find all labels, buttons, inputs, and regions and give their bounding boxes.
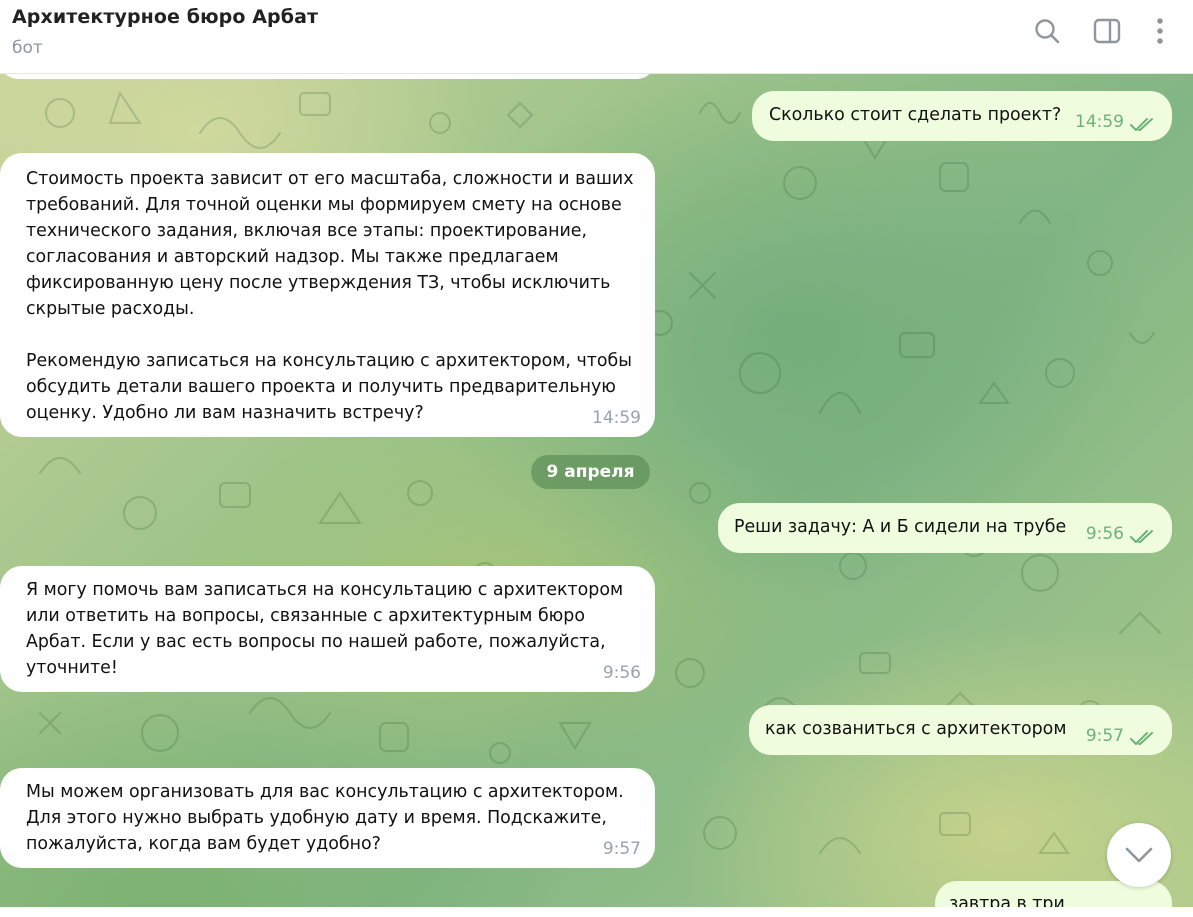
message-bubble-incoming[interactable]: Мы можем организовать для вас консультац… — [0, 768, 655, 868]
message-text: Реши задачу: А и Б сидели на трубе — [734, 517, 1067, 537]
date-separator: 9 апреля — [531, 455, 650, 489]
message-text: Сколько стоит сделать проект? — [769, 105, 1062, 125]
message-bubble-incoming[interactable]: Стоимость проекта зависит от его масштаб… — [0, 153, 655, 437]
message-time: 9:56 — [602, 663, 641, 683]
more-vertical-icon[interactable] — [1145, 16, 1175, 46]
composer-edge — [0, 907, 1193, 917]
message-time: 9:56 — [1085, 524, 1124, 544]
chevron-down-icon — [1125, 847, 1153, 863]
message-text: как созваниться с архитектором — [765, 719, 1067, 739]
scroll-to-bottom-button[interactable] — [1107, 823, 1171, 887]
message-bubble-incoming[interactable]: Я могу помочь вам записаться на консульт… — [0, 566, 655, 692]
message-text: завтра в три — [949, 894, 1065, 907]
message-bubble-outgoing[interactable]: как созваниться с архитектором 9:57 — [749, 705, 1172, 755]
message-bubble-outgoing[interactable]: Сколько стоит сделать проект? 14:59 — [752, 91, 1172, 141]
message-text: Мы можем организовать для вас консультац… — [26, 782, 624, 854]
chat-header: Архитектурное бюро Арбат бот — [0, 0, 1193, 74]
message-text: Стоимость проекта зависит от его масштаб… — [26, 169, 634, 423]
chat-messages-area[interactable]: Сколько стоит сделать проект? 14:59 Стои… — [0, 73, 1193, 907]
chat-subtitle: бот — [12, 38, 43, 58]
chat-title[interactable]: Архитектурное бюро Арбат — [12, 6, 318, 28]
message-bubble-outgoing[interactable]: Реши задачу: А и Б сидели на трубе 9:56 — [718, 503, 1172, 553]
message-text: Я могу помочь вам записаться на консульт… — [26, 580, 624, 678]
read-checkmarks-icon — [1130, 530, 1153, 543]
message-time: 14:59 — [592, 408, 641, 428]
read-checkmarks-icon — [1130, 118, 1153, 131]
search-icon[interactable] — [1032, 16, 1062, 46]
read-checkmarks-icon — [1130, 732, 1153, 745]
message-time: 14:59 — [1075, 112, 1124, 132]
sidebar-toggle-icon[interactable] — [1092, 16, 1122, 46]
message-time: 9:57 — [1085, 726, 1124, 746]
message-time: 9:57 — [602, 839, 641, 859]
